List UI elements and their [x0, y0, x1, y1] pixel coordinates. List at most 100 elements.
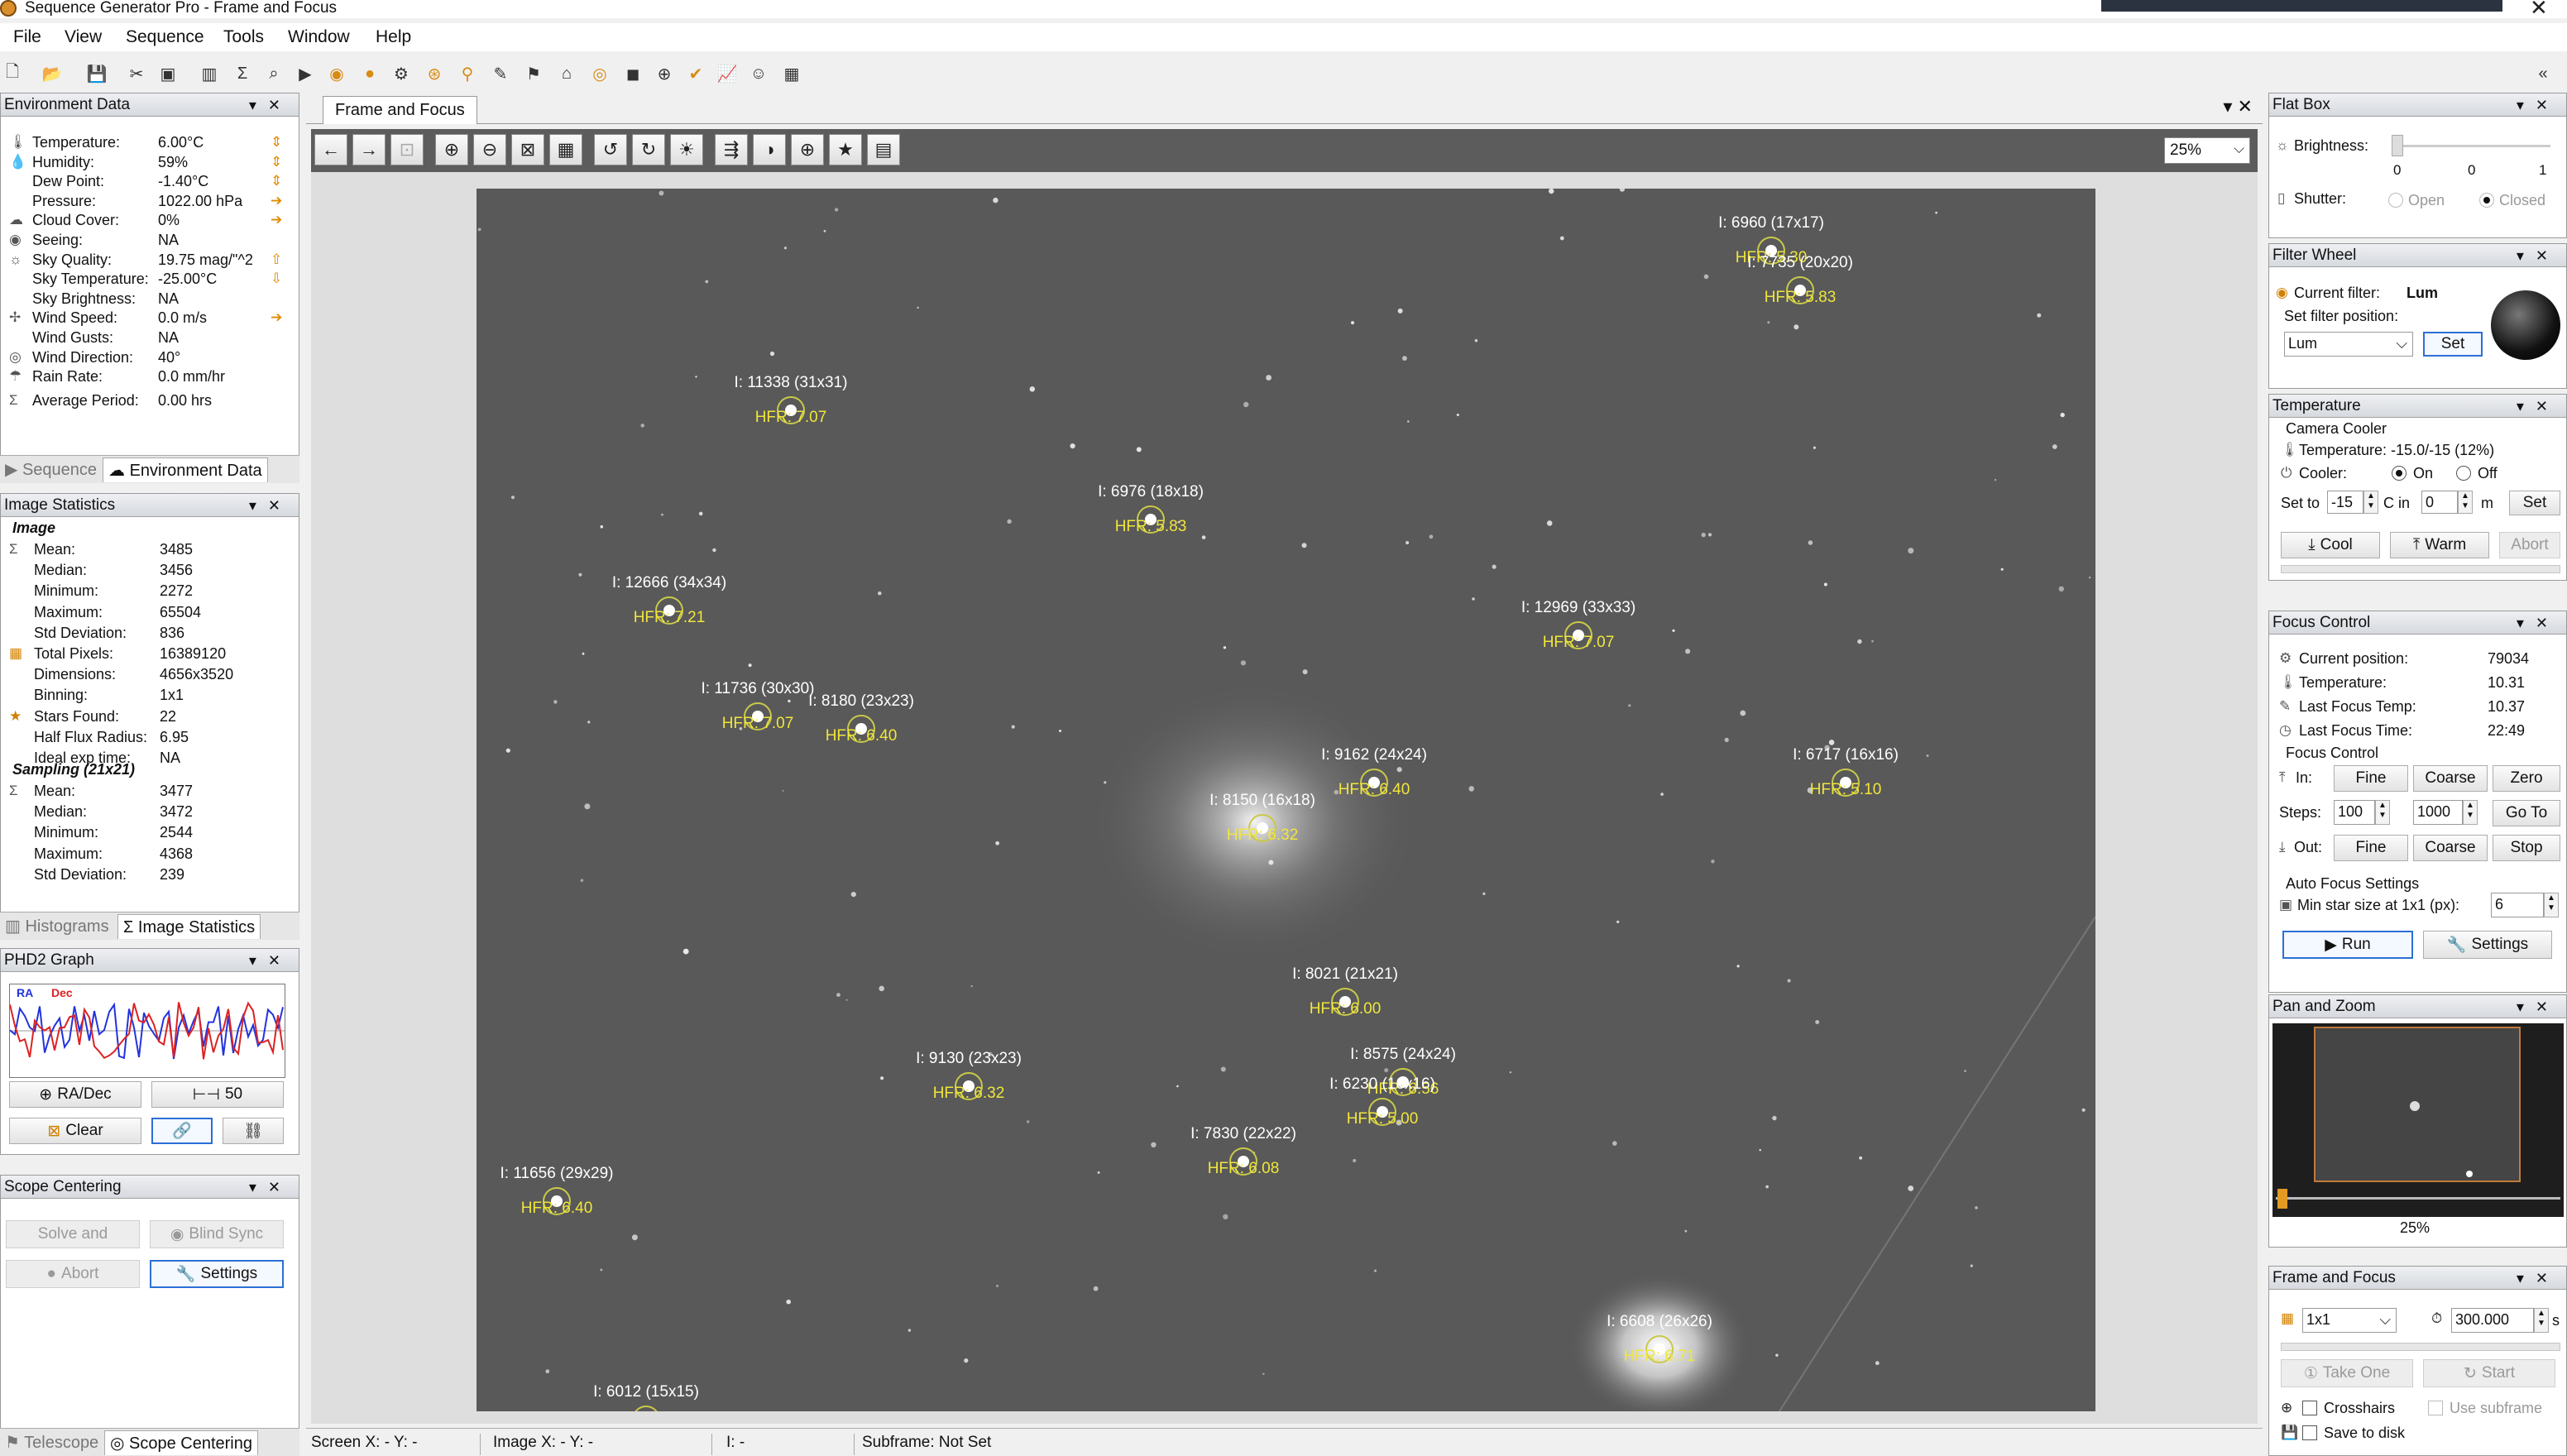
run-autofocus-button[interactable]: ▶ Run [2282, 931, 2413, 959]
detected-star[interactable]: I: 9130 (23x23) HFR: 6.32 [916, 1050, 1022, 1102]
filter-select[interactable]: Lum ⌵ [2284, 332, 2413, 357]
focus-goto-button[interactable]: Go To [2493, 800, 2560, 826]
stop-square-icon[interactable]: ◼ [622, 63, 644, 84]
set-filter-button[interactable]: Set [2423, 332, 2483, 357]
rotate-right-icon[interactable]: ↻ [632, 134, 665, 165]
tab-frame-and-focus[interactable]: Frame and Focus [323, 96, 477, 124]
brightness-slider[interactable] [2392, 135, 2403, 156]
detected-star[interactable]: I: 6230 (16x16) HFR: 5.00 [1329, 1075, 1435, 1128]
focus-out-fine-button[interactable]: Fine [2334, 835, 2408, 861]
tab-histograms[interactable]: ▥ Histograms [0, 914, 114, 939]
zoom-in-icon[interactable]: ⊕ [435, 134, 468, 165]
setpoint-input[interactable]: -15 [2327, 491, 2363, 514]
setpoint-stepper[interactable]: ▲ ▼ [2363, 491, 2378, 514]
menu-file[interactable]: File [13, 27, 41, 47]
detected-star[interactable]: I: 8021 (21x21) HFR: 6.00 [1292, 965, 1398, 1018]
check-icon[interactable]: ✔ [685, 63, 706, 84]
focus-zero-button[interactable]: Zero [2493, 765, 2560, 792]
cool-button[interactable]: ⤓ Cool [2281, 532, 2380, 558]
window-close-button[interactable]: ✕ [2530, 0, 2548, 18]
min-star-size-stepper[interactable]: ▲ ▼ [2544, 893, 2559, 917]
telescope-icon[interactable]: ⚑ [523, 63, 544, 84]
tab-sequence[interactable]: ▶ Sequence [0, 457, 102, 482]
detected-star[interactable]: I: 8180 (23x23) HFR: 6.40 [808, 692, 914, 745]
blind-sync-button[interactable]: ◉ Blind Sync [150, 1220, 284, 1248]
play-icon[interactable]: ▶ [295, 63, 316, 84]
flat-icon[interactable]: ◎ [589, 63, 611, 84]
connect-button[interactable]: 🔗 [151, 1118, 213, 1144]
zoom-slider-thumb[interactable] [2277, 1189, 2287, 1209]
crosshair-icon[interactable]: ⊕ [791, 134, 824, 165]
clear-button[interactable]: ⊠ Clear [9, 1118, 141, 1144]
panel-controls[interactable]: ▾✕ [2517, 395, 2560, 418]
histogram-icon[interactable]: ▥ [199, 63, 220, 84]
scale-button[interactable]: ⊢⊣ 50 [151, 1081, 284, 1108]
panel-controls[interactable]: ▾✕ [2517, 93, 2560, 117]
auto-stretch-icon[interactable]: ☀ [670, 134, 703, 165]
plugin-icon[interactable]: ▦ [781, 63, 802, 84]
disconnect-button[interactable]: ⛓ [223, 1118, 284, 1144]
zoom-select[interactable]: 25% [2164, 136, 2250, 164]
search-icon[interactable]: ⌕ [263, 63, 285, 84]
fine-steps-stepper[interactable]: ▲ ▼ [2375, 800, 2390, 825]
shutter-open-radio[interactable] [2388, 193, 2403, 208]
collapse-panels-icon[interactable]: « [2526, 63, 2560, 84]
use-subframe-checkbox[interactable] [2428, 1401, 2443, 1415]
abort-button[interactable]: ● Abort [6, 1260, 140, 1288]
focus-in-fine-button[interactable]: Fine [2334, 765, 2408, 792]
take-one-button[interactable]: ① Take One [2281, 1359, 2413, 1387]
detected-star[interactable]: I: 7735 (20x20) HFR: 5.83 [1747, 254, 1853, 306]
crosshairs-checkbox[interactable] [2302, 1401, 2317, 1415]
panel-controls[interactable]: ▾✕ [2517, 244, 2560, 267]
forward-arrow-icon[interactable]: → [352, 134, 386, 165]
document-close-icon[interactable]: ▾ ✕ [2223, 96, 2253, 117]
shutter-closed-radio[interactable] [2479, 193, 2494, 208]
save-to-disk-checkbox[interactable] [2302, 1425, 2317, 1440]
autofocus-settings-button[interactable]: 🔧 Settings [2423, 931, 2552, 959]
detected-star[interactable]: I: 12969 (33x33) HFR: 7.07 [1521, 599, 1636, 651]
graph-icon[interactable]: 📈 [716, 63, 738, 84]
solve-and-sync-button[interactable]: Solve and [6, 1220, 140, 1248]
cooler-on-radio[interactable] [2392, 466, 2407, 481]
detected-star[interactable]: I: 11736 (30x30) HFR: 7.07 [702, 680, 815, 732]
crosshair-icon[interactable]: ⊕ [654, 63, 675, 84]
panel-controls[interactable]: ▾✕ [249, 1176, 292, 1199]
levels-icon[interactable]: ⇶ [715, 134, 748, 165]
set-temperature-button[interactable]: Set [2509, 491, 2560, 515]
start-loop-button[interactable]: ↻ Start [2423, 1359, 2555, 1387]
new-sequence-icon[interactable]: 🗋 [2, 63, 23, 84]
focus-in-coarse-button[interactable]: Coarse [2413, 765, 2488, 792]
people-icon[interactable]: ☺ [748, 63, 769, 84]
detected-star[interactable]: I: 11338 (31x31) HFR: 7.07 [735, 374, 848, 426]
image-viewer[interactable]: I: 6960 (17x17) HFR: 5.30 I: 7735 (20x20) H… [311, 172, 2258, 1424]
binning-select[interactable]: 1x1 ⌵ [2302, 1308, 2397, 1333]
focus-out-coarse-button[interactable]: Coarse [2413, 835, 2488, 861]
notes-icon[interactable]: ▤ [867, 134, 900, 165]
detected-star[interactable]: I: 6976 (18x18) HFR: 5.83 [1098, 483, 1204, 535]
exposure-input[interactable]: 300.000 [2451, 1308, 2534, 1333]
contrast-icon[interactable]: ◑ [753, 134, 786, 165]
menu-sequence[interactable]: Sequence [126, 27, 204, 47]
panel-controls[interactable]: ▾✕ [249, 949, 292, 972]
min-star-size-input[interactable]: 6 [2491, 893, 2544, 917]
tools-icon[interactable]: ✂ [126, 63, 147, 84]
abort-cooling-button[interactable]: Abort [2499, 532, 2560, 558]
pan-zoom-preview[interactable] [2272, 1023, 2564, 1217]
camera-icon[interactable]: ▣ [157, 63, 179, 84]
panel-controls[interactable]: ▾✕ [2517, 1267, 2560, 1290]
detected-star[interactable]: I: 11656 (29x29) HFR: 6.40 [500, 1165, 614, 1217]
focus-stop-button[interactable]: Stop [2493, 835, 2560, 861]
filter-icon[interactable]: ⚲ [457, 63, 478, 84]
exposure-stepper[interactable]: ▲ ▼ [2534, 1308, 2549, 1333]
target-icon[interactable]: ◉ [326, 63, 347, 84]
tab-telescope[interactable]: ⚑ Telescope [0, 1430, 103, 1455]
detected-star[interactable]: I: 6012 (15x15)HFR: 5.00 [593, 1383, 699, 1411]
menu-help[interactable]: Help [376, 27, 411, 47]
panel-controls[interactable]: ▾✕ [249, 93, 292, 117]
warm-button[interactable]: ⤒ Warm [2390, 532, 2489, 558]
menu-window[interactable]: Window [288, 27, 350, 47]
zoom-out-icon[interactable]: ⊖ [473, 134, 506, 165]
back-arrow-icon[interactable]: ← [314, 134, 347, 165]
coarse-steps-input[interactable]: 1000 [2413, 800, 2463, 825]
coarse-steps-stepper[interactable]: ▲ ▼ [2463, 800, 2478, 825]
